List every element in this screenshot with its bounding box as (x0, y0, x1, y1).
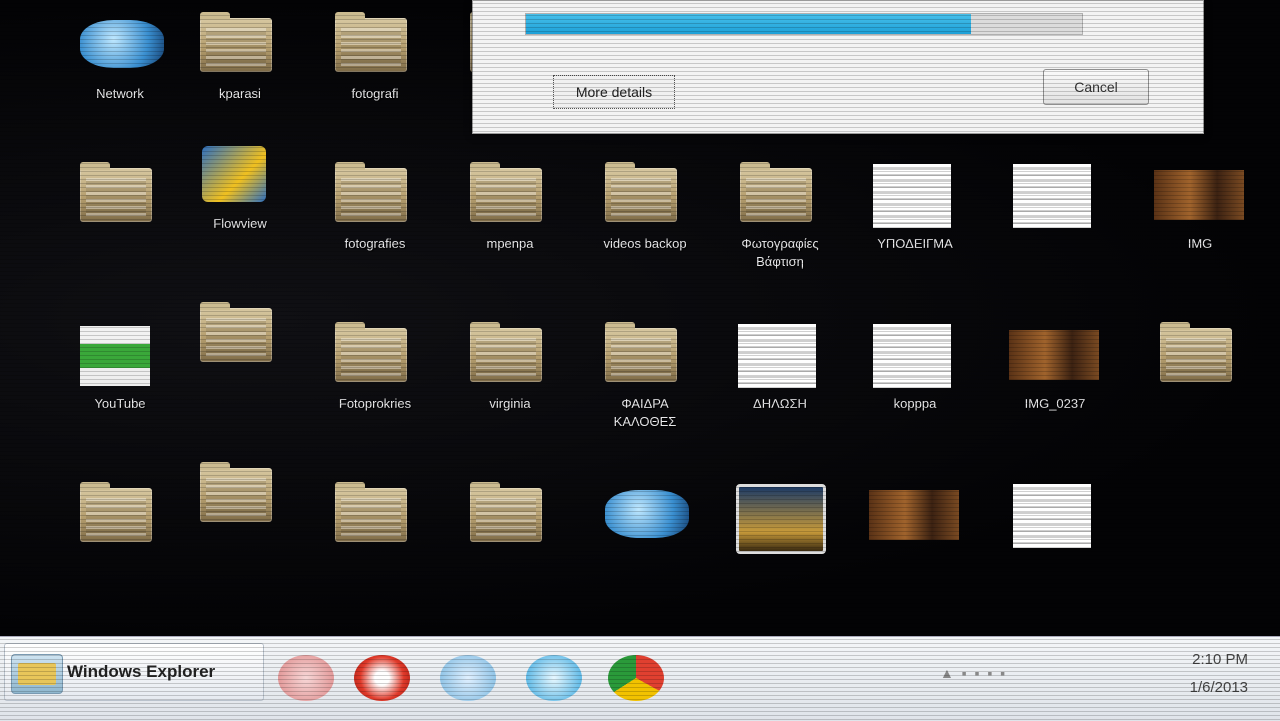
progress-bar (525, 13, 1083, 35)
desktop-icon-label: videos backop (603, 236, 687, 251)
desktop-icon[interactable] (450, 480, 570, 610)
desktop-icon[interactable]: kparasi (180, 10, 300, 140)
desktop-icon[interactable]: ΥΠΟΔΕΙΓΜΑ (855, 160, 975, 290)
desktop-icon[interactable]: YouTube (60, 320, 180, 450)
desktop-icon-label: fotografi (351, 86, 399, 101)
desktop-icon[interactable] (855, 480, 975, 610)
folder-icon (605, 322, 677, 382)
desktop-icon[interactable] (60, 480, 180, 610)
globe-icon (605, 490, 689, 538)
chrome-icon[interactable] (608, 655, 664, 701)
desktop-icon[interactable]: kopppa (855, 320, 975, 450)
folder-icon (470, 162, 542, 222)
doc-icon (873, 164, 951, 228)
desktop-icon[interactable]: fotografi (315, 10, 435, 140)
desktop-icon[interactable]: IMG (1140, 160, 1260, 290)
globe-icon (80, 20, 164, 68)
desktop-icon-label: IMG (1187, 236, 1213, 251)
desktop-icon-label: ΥΠΟΔΕΙΓΜΑ (877, 236, 953, 251)
desktop-icon[interactable]: Fotoprokries (315, 320, 435, 450)
skype-icon[interactable] (526, 655, 582, 701)
desktop-icon-label: YouTube (94, 396, 146, 411)
photo-icon (1009, 330, 1099, 380)
folder-icon (200, 302, 272, 362)
desktop-icon-label: Φωτογραφίες (741, 236, 819, 251)
desktop-icon[interactable]: virginia (450, 320, 570, 450)
desktop-icon[interactable] (720, 480, 840, 610)
desktop-icon-label-line2: Βάφτιση (756, 254, 804, 269)
desktop-icon-label: fotografies (344, 236, 406, 251)
desktop-icon-label: IMG_0237 (1024, 396, 1086, 411)
desktop-icon[interactable] (585, 480, 705, 610)
taskbar: Windows Explorer ▲ ▪ ▪ ▪ ▪ 2:10 PM 1/6/2… (0, 636, 1280, 721)
photo-icon (869, 490, 959, 540)
desktop-icon[interactable]: fotografies (315, 160, 435, 290)
folder-icon (200, 462, 272, 522)
desktop-icon[interactable] (995, 160, 1115, 290)
folder-icon (605, 162, 677, 222)
copy-progress-dialog: More details Cancel (472, 0, 1204, 134)
desktop-icon[interactable]: ΦΑΙΔΡΑ ΚΑΛΟΘΕΣ (585, 320, 705, 450)
desktop-icon-label-line2: ΚΑΛΟΘΕΣ (613, 414, 677, 429)
folder-icon (200, 12, 272, 72)
desktop-icon-label: Fotoprokries (338, 396, 412, 411)
system-tray: ▲ ▪ ▪ ▪ ▪ 2:10 PM 1/6/2013 (930, 647, 1270, 713)
paint-icon[interactable] (278, 655, 334, 701)
tray-icons[interactable]: ▲ ▪ ▪ ▪ ▪ (940, 665, 1007, 681)
doc-icon (738, 324, 816, 388)
progress-bar-fill (526, 14, 971, 34)
desktop-icon[interactable] (995, 480, 1115, 610)
folder-icon (80, 482, 152, 542)
green-icon (80, 326, 150, 386)
doc-icon (1013, 484, 1091, 548)
desktop-icon[interactable] (180, 460, 300, 590)
doc-icon (873, 324, 951, 388)
desktop-icon-label: kparasi (219, 86, 261, 101)
clock-time[interactable]: 2:10 PM (1192, 651, 1248, 668)
desktop-icon-label: Network (96, 86, 144, 101)
doc-icon (1013, 164, 1091, 228)
folder-icon (1160, 322, 1232, 382)
desktop-icon[interactable] (1140, 320, 1260, 450)
desktop-icon[interactable] (180, 300, 300, 430)
taskbar-button-label: Windows Explorer (67, 662, 216, 681)
vlc-icon (202, 146, 266, 202)
windows-explorer-icon (11, 654, 63, 694)
photo-icon (1154, 170, 1244, 220)
desktop-icon-label: ΔΗΛΩΣΗ (753, 396, 807, 411)
desktop-icon[interactable]: mpenpa (450, 160, 570, 290)
desktop-icon[interactable] (60, 160, 180, 290)
folder-icon (335, 322, 407, 382)
folder-icon (470, 482, 542, 542)
more-details-button[interactable]: More details (553, 75, 675, 109)
folder-icon (470, 322, 542, 382)
opera-icon[interactable] (354, 655, 410, 701)
desktop-icon[interactable]: Flowview (180, 140, 300, 270)
folder-icon (335, 12, 407, 72)
desktop-icon[interactable] (315, 480, 435, 610)
desktop-icon[interactable]: Φωτογραφίες Βάφτιση (720, 160, 840, 290)
desktop-icon-label: kopppa (893, 396, 937, 411)
folder-icon (335, 482, 407, 542)
desktop-icon[interactable]: videos backop (585, 160, 705, 290)
folder-icon (80, 162, 152, 222)
desktop-icon[interactable]: IMG_0237 (995, 320, 1115, 450)
folder-icon (740, 162, 812, 222)
desktop-icon-label: Flowview (213, 216, 267, 231)
desktop-icon-label: virginia (489, 396, 531, 411)
media-icon[interactable] (440, 655, 496, 701)
taskbar-windows-explorer-button[interactable]: Windows Explorer (4, 643, 264, 701)
desktop-icon-label: ΦΑΙΔΡΑ (621, 396, 669, 411)
clock-date[interactable]: 1/6/2013 (1190, 679, 1248, 696)
media-icon (736, 484, 826, 554)
cancel-button[interactable]: Cancel (1043, 69, 1149, 105)
desktop-icon-label: mpenpa (486, 236, 534, 251)
folder-icon (335, 162, 407, 222)
desktop-icon[interactable]: ΔΗΛΩΣΗ (720, 320, 840, 450)
desktop-icon[interactable]: Network (60, 10, 180, 140)
